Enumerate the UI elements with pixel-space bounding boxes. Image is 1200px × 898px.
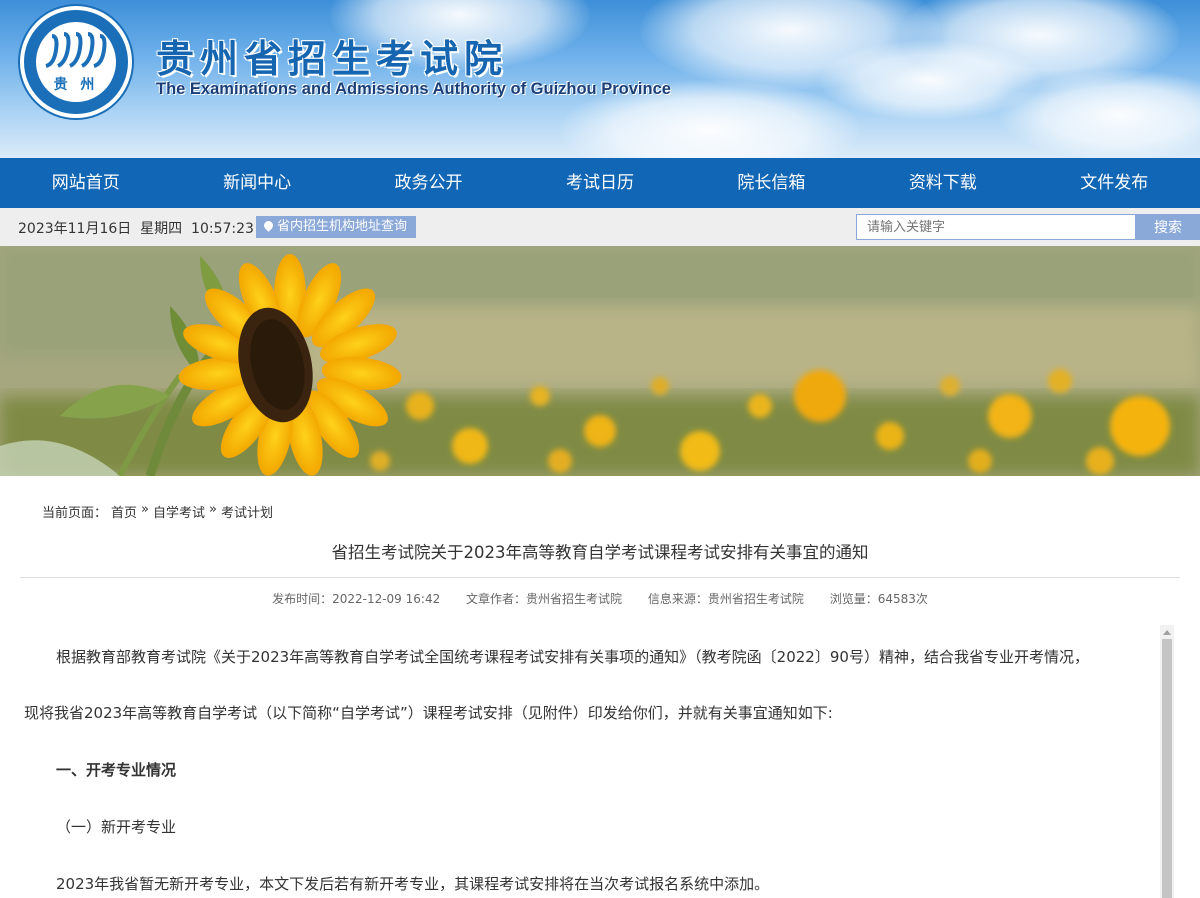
breadcrumb-self-exam[interactable]: 自学考试 [153, 502, 205, 521]
nav-item-gov-affairs[interactable]: 政务公开 [343, 158, 514, 208]
address-lookup-label: 省内招生机构地址查询 [277, 219, 408, 234]
site-title-en: The Examinations and Admissions Authorit… [156, 80, 671, 98]
article-paragraph: 现将我省2023年高等教育自学考试（以下简称“自学考试”）课程考试安排（见附件）… [24, 704, 833, 722]
nav-item-documents[interactable]: 文件发布 [1029, 158, 1200, 208]
breadcrumb-separator: » [141, 502, 149, 517]
article-author: 文章作者：贵州省招生考试院 [466, 592, 623, 606]
article-meta: 发布时间：2022-12-09 16:42 文章作者：贵州省招生考试院 信息来源… [20, 590, 1180, 607]
logo-emblem: 贵 州 [36, 22, 116, 102]
publish-time: 发布时间：2022-12-09 16:42 [272, 592, 441, 606]
breadcrumb-prefix: 当前页面： [42, 506, 108, 521]
scroll-up-arrow-icon[interactable] [1163, 630, 1171, 635]
site-title-cn: 贵州省招生考试院 [156, 36, 509, 81]
section-heading: 一、开考专业情况 [56, 761, 177, 779]
address-lookup-button[interactable]: 省内招生机构地址查询 [256, 216, 417, 238]
scrollbar-thumb[interactable] [1162, 639, 1172, 898]
site-logo[interactable]: 贵 州 [20, 6, 132, 118]
breadcrumb-exam-plan[interactable]: 考试计划 [221, 502, 273, 521]
current-datetime: 2023年11月16日 星期四 10:57:23 [18, 221, 254, 237]
nav-item-exam-calendar[interactable]: 考试日历 [514, 158, 685, 208]
breadcrumb: 当前页面： 首页 » 自学考试 » 考试计划 [42, 502, 273, 521]
location-pin-icon [264, 221, 273, 233]
nav-item-news[interactable]: 新闻中心 [171, 158, 342, 208]
view-count: 浏览量：64583次 [829, 592, 928, 606]
article-paragraph: 2023年我省暂无新开考专业，本文下发后若有新开考专业，其课程考试安排将在当次考… [56, 875, 770, 893]
subsection-heading: （一）新开考专业 [56, 818, 177, 836]
article-paragraph: 根据教育部教育考试院《关于2023年高等教育自学考试全国统考课程考试安排有关事项… [56, 648, 1089, 666]
sunflower-banner-image [0, 246, 1200, 476]
nav-item-home[interactable]: 网站首页 [0, 158, 171, 208]
content-scrollbar[interactable] [1160, 625, 1174, 898]
site-header: 贵 州 贵州省招生考试院 The Examinations and Admiss… [0, 0, 1200, 158]
logo-text: 贵 州 [53, 77, 99, 93]
search-button[interactable]: 搜索 [1136, 214, 1200, 240]
banner-image [0, 246, 1200, 476]
title-divider [20, 577, 1180, 578]
search-input[interactable] [856, 214, 1136, 240]
logo-stripes-icon [45, 32, 107, 68]
nav-item-director-mailbox[interactable]: 院长信箱 [686, 158, 857, 208]
nav-item-downloads[interactable]: 资料下载 [857, 158, 1028, 208]
info-source: 信息来源：贵州省招生考试院 [647, 592, 804, 606]
breadcrumb-home[interactable]: 首页 [111, 502, 137, 521]
breadcrumb-separator: » [209, 502, 217, 517]
article-title: 省招生考试院关于2023年高等教育自学考试课程考试安排有关事宜的通知 [331, 543, 869, 562]
main-nav: 网站首页 新闻中心 政务公开 考试日历 院长信箱 资料下载 文件发布 [0, 158, 1200, 208]
